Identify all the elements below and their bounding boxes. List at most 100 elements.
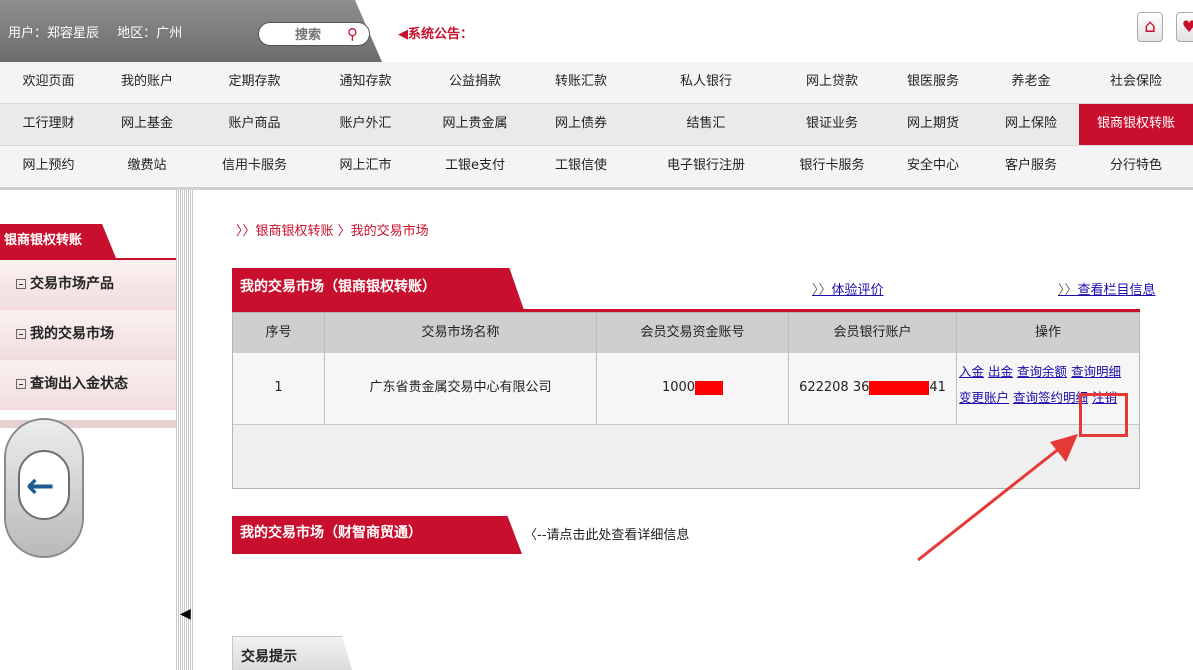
nav-item[interactable]: 结售汇: [631, 104, 781, 145]
nav-item[interactable]: 缴费站: [97, 146, 197, 187]
nav-item[interactable]: 转账汇款: [531, 62, 631, 103]
column-header: 序号: [233, 313, 325, 353]
nav-row: 网上预约 缴费站 信用卡服务 网上汇市 工银e支付 工银信使 电子银行注册 银行卡服务 安全中心…: [0, 146, 1193, 190]
annotation-arrow-head: [1050, 434, 1078, 462]
system-notice[interactable]: ◀系统公告：: [398, 23, 473, 42]
nav-item[interactable]: 欢迎页面: [0, 62, 97, 103]
user-label: 用户：郑容星辰: [8, 26, 99, 41]
annotation-highlight-box: [1079, 393, 1128, 437]
sidebar-menu: 交易市场产品 我的交易市场 查询出入金状态: [0, 258, 190, 410]
nav-item[interactable]: 网上基金: [97, 104, 197, 145]
trade-tips-title: 交易提示: [232, 636, 354, 670]
user-name: 郑容星辰: [47, 26, 100, 41]
panel-title-trade-link: 我的交易市场（财智商贸通）: [232, 516, 522, 554]
nav-item[interactable]: 定期存款: [197, 62, 312, 103]
sidebar-item-label: 查询出入金状态: [30, 376, 128, 392]
deposit-link[interactable]: 入金: [959, 364, 984, 379]
breadcrumb: 〉〉银商银权转账 〉我的交易市场: [236, 224, 429, 239]
market-name: 广东省贵金属交易中心有限公司: [325, 353, 597, 424]
query-balance-link[interactable]: 查询余额: [1017, 364, 1067, 379]
column-header: 会员交易资金账号: [597, 313, 789, 353]
nav-row: 工行理财 网上基金 账户商品 账户外汇 网上贵金属 网上债券 结售汇 银证业务 网上期货 网上保险…: [0, 104, 1193, 146]
nav-item[interactable]: 账户外汇: [312, 104, 419, 145]
query-contract-link[interactable]: 查询签约明细: [1013, 390, 1088, 405]
nav-item[interactable]: 分行特色: [1079, 146, 1193, 187]
nav-item[interactable]: 公益捐款: [419, 62, 531, 103]
nav-item[interactable]: 账户商品: [197, 104, 312, 145]
nav-item[interactable]: 社会保险: [1079, 62, 1193, 103]
minus-box-icon: [16, 329, 26, 339]
search-input[interactable]: [273, 26, 343, 44]
notice-speaker-icon: ◀: [398, 27, 408, 42]
link-prefix: 〉〉: [1058, 283, 1078, 298]
nav-item[interactable]: 银行卡服务: [781, 146, 883, 187]
link-prefix: 〉〉: [812, 283, 832, 298]
nav-item[interactable]: 工行理财: [0, 104, 97, 145]
collapse-sidebar-icon[interactable]: ◀: [180, 606, 191, 622]
redaction-mark: [869, 380, 930, 395]
main-nav: 欢迎页面 我的账户 定期存款 通知存款 公益捐款 转账汇款 私人银行 网上贷款 银医服务 养老金社…: [0, 62, 1193, 190]
favorites-button[interactable]: ♥: [1176, 12, 1193, 42]
search-box[interactable]: ⚲: [258, 22, 370, 46]
link-text: 查看栏目信息: [1077, 283, 1156, 298]
region-label: 地区：: [117, 26, 157, 41]
page: 用户：郑容星辰 地区：广州 ⚲ ◀系统公告： ⌂ ♥ 欢迎页面我的账户定期存款通…: [0, 0, 1193, 670]
region-name: 广州: [156, 26, 183, 41]
nav-item[interactable]: 电子银行注册: [631, 146, 781, 187]
nav-item[interactable]: 网上贷款: [781, 62, 883, 103]
column-header: 会员银行账户: [789, 313, 957, 353]
nav-item[interactable]: 银证业务: [781, 104, 883, 145]
nav-item[interactable]: 工银信使: [531, 146, 631, 187]
nav-item[interactable]: 网上汇市: [312, 146, 419, 187]
nav-item[interactable]: 银商银权转账: [1079, 104, 1193, 145]
view-column-info-link[interactable]: 〉〉查看栏目信息: [1058, 279, 1156, 298]
bank-account-visible: 622208 36: [799, 380, 870, 395]
nav-row: 欢迎页面 我的账户 定期存款 通知存款 公益捐款 转账汇款 私人银行 网上贷款 银医服务 养老金社…: [0, 62, 1193, 104]
sidebar-title: 银商银权转账: [0, 224, 116, 258]
bank-account-suffix: 41: [929, 380, 946, 395]
sidebar-splitter[interactable]: [176, 190, 194, 670]
nav-item[interactable]: 网上期货: [883, 104, 983, 145]
row-index: 1: [233, 353, 325, 424]
home-icon: ⌂: [1144, 16, 1156, 37]
column-header: 交易市场名称: [325, 313, 597, 353]
nav-item[interactable]: 银医服务: [883, 62, 983, 103]
nav-item[interactable]: 私人银行: [631, 62, 781, 103]
query-detail-link[interactable]: 查询明细: [1071, 364, 1121, 379]
panel2-hint-link[interactable]: 〈--请点击此处查看详细信息: [524, 524, 689, 543]
arrow-left-icon: ←: [26, 466, 55, 506]
search-icon[interactable]: ⚲: [347, 26, 363, 42]
fund-account: 1000: [597, 353, 789, 424]
column-header: 操作: [1034, 325, 1061, 340]
nav-item[interactable]: 通知存款: [312, 62, 419, 103]
sidebar-item-label: 我的交易市场: [30, 326, 114, 342]
nav-item[interactable]: 网上贵金属: [419, 104, 531, 145]
nav-item[interactable]: 客户服务: [983, 146, 1079, 187]
notice-label: 系统公告：: [408, 27, 474, 42]
nav-item[interactable]: 工银e支付: [419, 146, 531, 187]
top-bar: 用户：郑容星辰 地区：广州 ⚲ ◀系统公告： ⌂ ♥: [0, 0, 1193, 62]
minus-box-icon: [16, 279, 26, 289]
nav-item[interactable]: 信用卡服务: [197, 146, 312, 187]
nav-item[interactable]: 网上债券: [531, 104, 631, 145]
region-info: 地区：广州: [117, 26, 182, 41]
experience-evaluation-link[interactable]: 〉〉体验评价: [812, 279, 884, 298]
nav-item[interactable]: 网上预约: [0, 146, 97, 187]
sidebar-item-market-products[interactable]: 交易市场产品: [0, 260, 190, 310]
change-account-link[interactable]: 变更账户: [959, 390, 1009, 405]
back-button[interactable]: ←: [4, 418, 84, 558]
home-button[interactable]: ⌂: [1137, 12, 1163, 42]
annotation-arrow-line: [917, 438, 1071, 562]
withdraw-link[interactable]: 出金: [988, 364, 1013, 379]
user-label-text: 用户：: [8, 26, 48, 41]
link-text: 体验评价: [831, 283, 884, 298]
user-info: 用户：郑容星辰 地区：广州: [0, 0, 232, 62]
sidebar-item-deposit-status[interactable]: 查询出入金状态: [0, 360, 190, 410]
nav-item[interactable]: 网上保险: [983, 104, 1079, 145]
nav-item[interactable]: 安全中心: [883, 146, 983, 187]
sidebar-item-my-market[interactable]: 我的交易市场: [0, 310, 190, 360]
nav-item[interactable]: 我的账户: [97, 62, 197, 103]
nav-item[interactable]: 养老金: [983, 62, 1079, 103]
table-header: 序号 交易市场名称 会员交易资金账号 会员银行账户 操作: [233, 313, 1139, 353]
redaction-mark: [695, 380, 724, 395]
